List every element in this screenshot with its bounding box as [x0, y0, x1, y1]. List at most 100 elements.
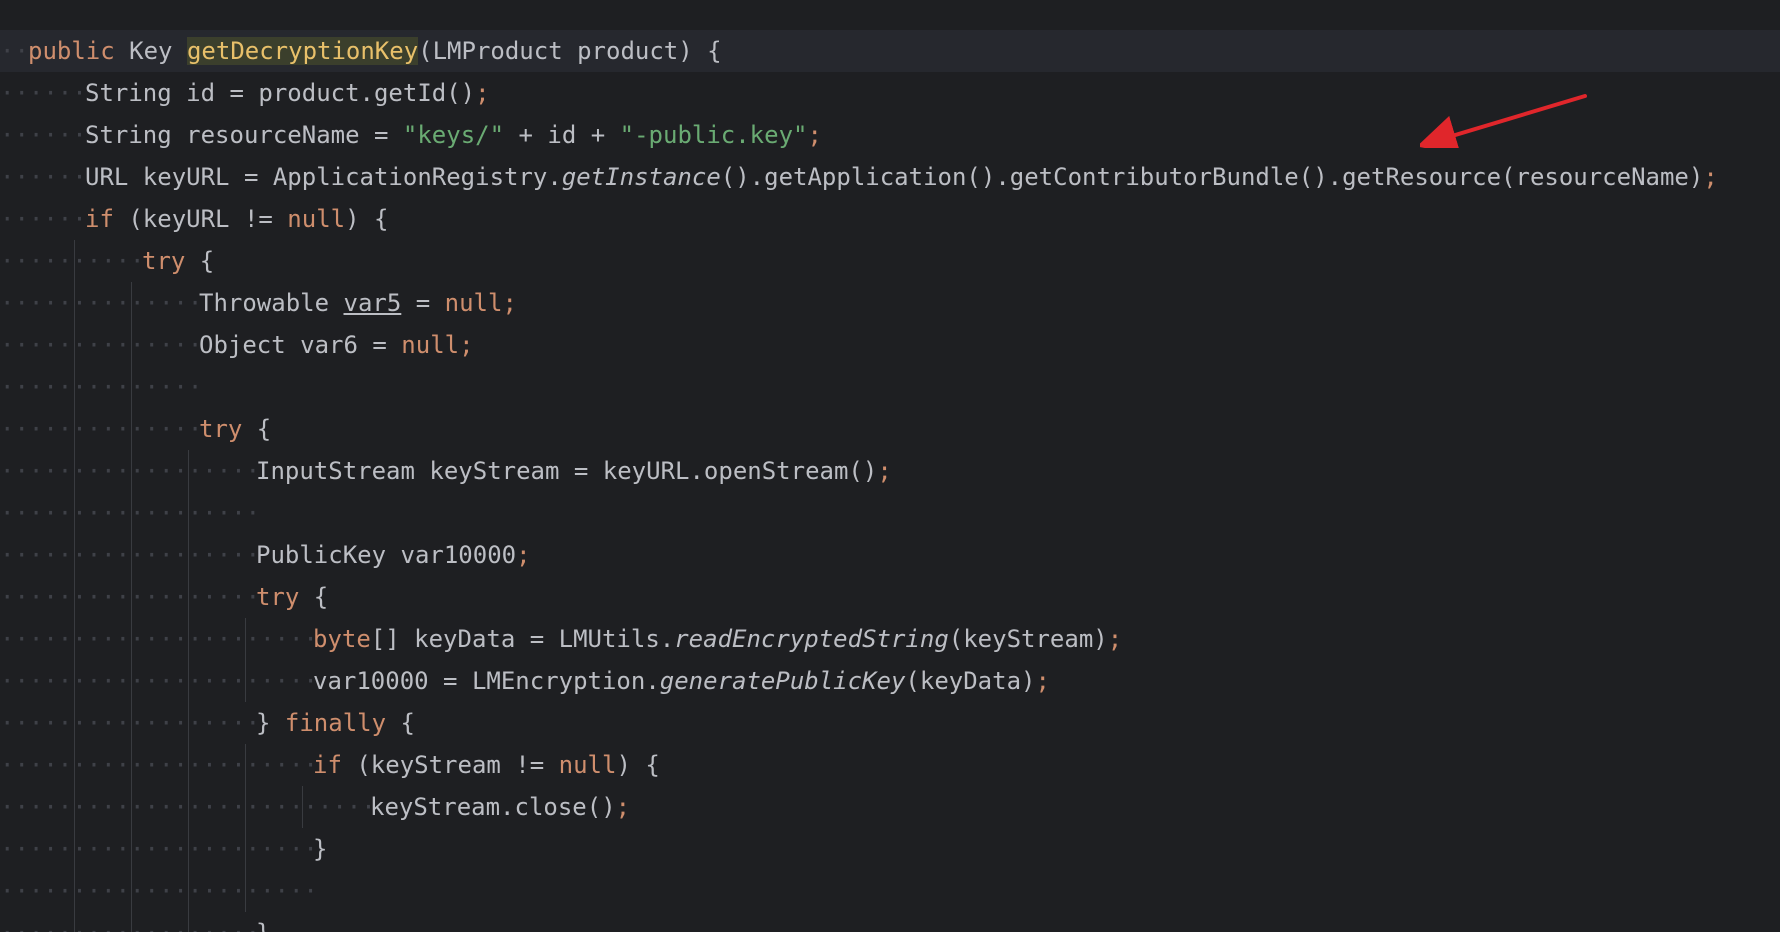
code-token: [] keyData = LMUtils. [370, 625, 675, 653]
code-line[interactable]: ·············· [0, 366, 1780, 408]
code-text[interactable]: try { [199, 408, 271, 450]
code-token: if [313, 751, 342, 779]
whitespace-markers: ······ [0, 121, 87, 149]
code-token: byte [313, 625, 371, 653]
code-token: URL keyURL = ApplicationRegistry. [85, 163, 562, 191]
code-line[interactable]: ··················PublicKey var10000; [0, 534, 1780, 576]
indent-guide [245, 660, 246, 702]
code-line[interactable]: ······················ byte[] keyData = L… [0, 618, 1780, 660]
indent-guide [74, 786, 75, 828]
code-text[interactable]: } finally { [256, 702, 415, 744]
indent-guide [74, 366, 75, 408]
code-token: ; [516, 541, 531, 569]
annotation-arrow-line [1420, 94, 1587, 148]
code-line[interactable]: ·························· keyStream.clos… [0, 786, 1780, 828]
code-text[interactable]: InputStream keyStream = keyURL.openStrea… [256, 450, 892, 492]
code-line[interactable]: ······················ var10000 = LMEncry… [0, 660, 1780, 702]
code-token: { [242, 415, 272, 443]
code-line[interactable]: ··················try { [0, 576, 1780, 618]
code-text[interactable]: String id = product.getId(); [85, 72, 490, 114]
code-text[interactable]: var10000 = LMEncryption.generatePublicKe… [313, 660, 1050, 702]
indent-guide [302, 786, 303, 828]
code-token: ; [615, 793, 631, 821]
code-line[interactable]: ······················ [0, 870, 1780, 912]
code-line[interactable]: ·········· try { [0, 240, 1780, 282]
indent-guide [188, 912, 189, 932]
code-token: getDecryptionKey [186, 37, 419, 65]
code-line[interactable]: ······ if (keyURL != null) { [0, 198, 1780, 240]
code-text[interactable]: keyStream.close(); [370, 786, 630, 828]
code-line[interactable]: ·················· [0, 492, 1780, 534]
indent-guide [245, 786, 246, 828]
code-text[interactable]: try { [256, 576, 328, 618]
whitespace-markers: ······················ [0, 751, 318, 779]
code-line[interactable]: ··················} [0, 912, 1780, 932]
indent-guide [131, 786, 132, 828]
indent-guide [131, 366, 132, 408]
code-text[interactable]: if (keyURL != null) { [85, 198, 388, 240]
code-token: "-public.key" [619, 121, 808, 149]
whitespace-markers: ······················ [0, 625, 318, 653]
code-text[interactable]: if (keyStream != null) { [313, 744, 660, 786]
indent-guide [131, 534, 132, 576]
code-token: (keyURL != [113, 205, 288, 233]
code-token: var10000 = LMEncryption. [313, 667, 660, 695]
code-line[interactable]: ·············· Throwable var5 = null; [0, 282, 1780, 324]
whitespace-markers: ······ [0, 205, 87, 233]
indent-guide [74, 912, 75, 932]
code-token: (LMProduct product) { [418, 37, 722, 65]
code-line[interactable]: ·· public Key getDecryptionKey(LMProduct … [0, 30, 1780, 72]
code-text[interactable]: URL keyURL = ApplicationRegistry.getInst… [85, 156, 1718, 198]
code-token: null [558, 751, 617, 779]
code-token: } [256, 919, 270, 932]
code-token: null [287, 205, 346, 233]
code-text[interactable]: } [313, 828, 327, 870]
whitespace-markers: ·· [0, 37, 29, 65]
code-line[interactable]: ······ URL keyURL = ApplicationRegistry.g… [0, 156, 1780, 198]
code-line[interactable]: ······················ if (keyStream != n… [0, 744, 1780, 786]
code-token: ; [1107, 625, 1123, 653]
code-token: String id = product.getId() [85, 79, 476, 107]
code-token: null; [401, 331, 474, 359]
code-text[interactable]: Object var6 = null; [199, 324, 474, 366]
indent-guide [74, 660, 75, 702]
code-token: } [313, 835, 328, 863]
code-text[interactable]: } [256, 912, 270, 932]
code-text[interactable]: public Key getDecryptionKey(LMProduct pr… [28, 30, 722, 72]
whitespace-markers: ·············· [0, 289, 203, 317]
code-editor[interactable]: ·· public Key getDecryptionKey(LMProduct … [0, 0, 1780, 932]
code-token: (keyStream != [341, 751, 559, 779]
code-token: Throwable [199, 289, 344, 317]
code-token: if [85, 205, 114, 233]
annotation-arrow [1420, 94, 1587, 148]
indent-guide [188, 450, 189, 492]
indent-guide [131, 282, 132, 324]
code-text[interactable]: Throwable var5 = null; [199, 282, 517, 324]
indent-guide [74, 744, 75, 786]
code-line[interactable]: ·············· Object var6 = null; [0, 324, 1780, 366]
code-token: finally [284, 709, 387, 737]
code-token: ; [1035, 667, 1050, 695]
code-lines[interactable]: ·· public Key getDecryptionKey(LMProduct … [0, 30, 1780, 932]
code-text[interactable]: PublicKey var10000; [256, 534, 531, 576]
code-text[interactable]: String resourceName = "keys/" + id + "-p… [85, 114, 822, 156]
whitespace-markers: ·········· [0, 247, 145, 275]
whitespace-markers: ······················ [0, 877, 318, 905]
indent-guide [188, 786, 189, 828]
indent-guide [74, 324, 75, 366]
code-line[interactable]: ······················} [0, 828, 1780, 870]
code-text[interactable]: try { [142, 240, 214, 282]
code-token: ; [1703, 163, 1718, 191]
code-token: ) { [616, 751, 660, 779]
code-line[interactable]: ··················InputStream keyStream … [0, 450, 1780, 492]
indent-guide [188, 870, 189, 912]
indent-guide [131, 828, 132, 870]
code-line[interactable]: ··················} finally { [0, 702, 1780, 744]
whitespace-markers: ······ [0, 163, 87, 191]
code-text[interactable]: byte[] keyData = LMUtils.readEncryptedSt… [313, 618, 1122, 660]
code-token: ; [475, 79, 490, 107]
code-line[interactable]: ·············· try { [0, 408, 1780, 450]
code-token: var5 [343, 289, 402, 317]
